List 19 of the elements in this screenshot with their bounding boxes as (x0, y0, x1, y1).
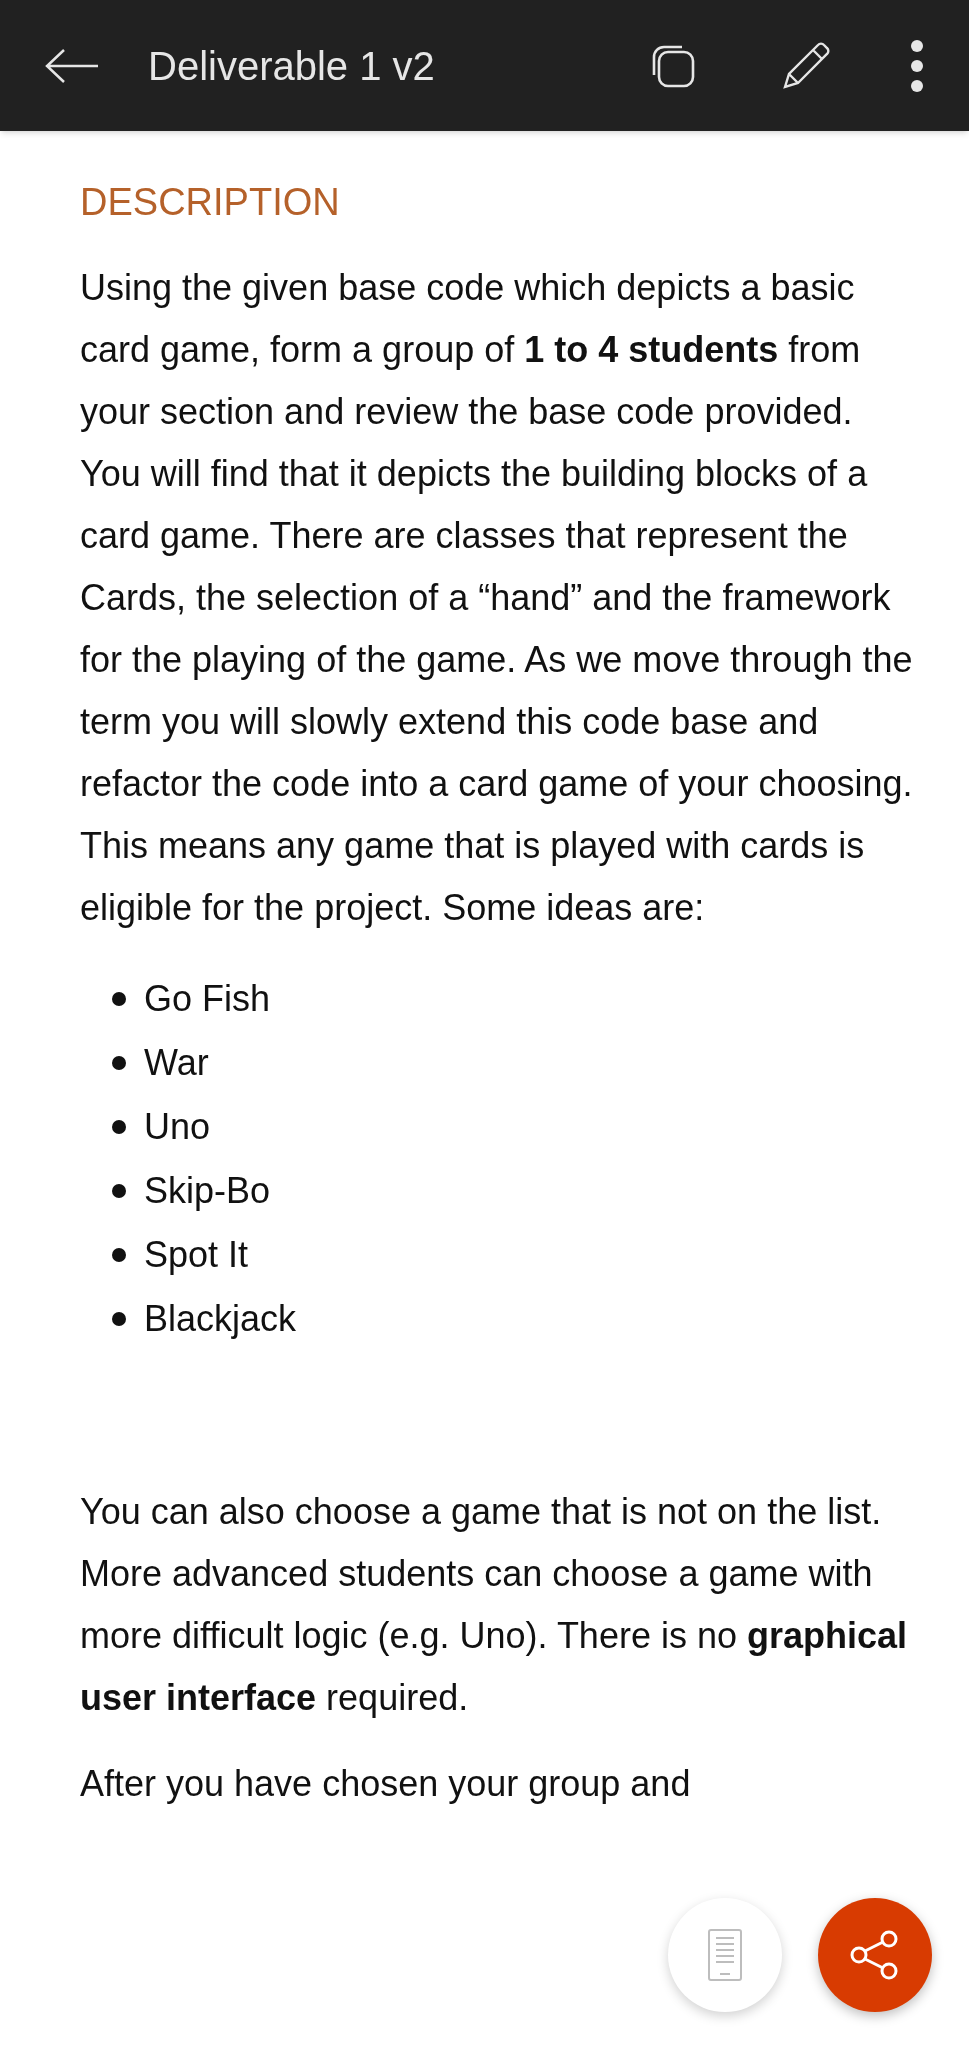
body-paragraph: You can also choose a game that is not on the list. More advanced students can choose a game with more difficult logic (e.g. Uno). There is no graphical user interface required. (80, 1490, 909, 1720)
list-item: Spot It (144, 1233, 249, 1277)
section-heading: DESCRIPTION (80, 180, 341, 225)
bullet-icon (112, 1056, 126, 1070)
bullet-icon (112, 992, 126, 1006)
list-item: Skip-Bo (144, 1169, 271, 1213)
list-item: Go Fish (144, 977, 271, 1021)
bullet-icon (112, 1248, 126, 1262)
body-paragraph: After you have chosen your group and (80, 1762, 692, 1806)
list-item: Uno (144, 1105, 211, 1149)
document-title: Deliverable 1 v2 (148, 42, 435, 90)
bullet-icon (112, 1312, 126, 1326)
list-item: War (144, 1041, 209, 1085)
list-item: Blackjack (144, 1297, 297, 1341)
bullet-icon (112, 1184, 126, 1198)
body-paragraph: Using the given base code which depicts a basic card game, form a group of 1 to 4 students from your section and review the base code provided. You will find that it depicts the building blocks of a card game. There are classes that represent the Cards, the selection of a “hand” and the framework for the playing of the game. As we move through the term you will slowly extend this code base and refactor the code into a card game of your choosing. This means any game that is played with cards is eligible for the project. Some ideas are: (80, 266, 914, 930)
share-button[interactable] (818, 1898, 932, 2012)
tablet-icon (708, 1929, 742, 1981)
bullet-icon (112, 1120, 126, 1134)
